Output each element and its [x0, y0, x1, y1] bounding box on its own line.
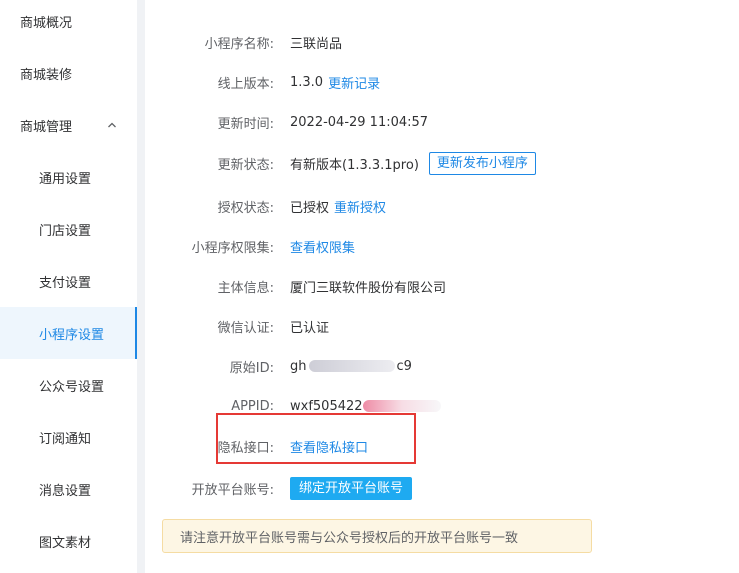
sidebar-item-label: 商城装修	[20, 67, 73, 83]
update-log-link[interactable]: 更新记录	[328, 73, 380, 92]
appid-visible-part: wxf505422	[290, 398, 363, 414]
open-platform-label: 开放平台账号:	[191, 482, 274, 498]
reauthorize-link[interactable]: 重新授权	[334, 197, 386, 216]
sidebar-item-label: 图文素材	[39, 535, 92, 551]
sidebar-item-overview[interactable]: 商城概况	[0, 0, 137, 47]
redacted-mask	[308, 360, 395, 372]
wechat-verify-label: 微信认证:	[217, 320, 274, 336]
app-layout: 商城概况 商城装修 商城管理 通用设置 门店设置 支付设置 小程序设置 公众号设…	[0, 0, 739, 573]
sidebar-item-label: 门店设置	[39, 223, 92, 239]
bind-open-platform-button[interactable]: 绑定开放平台账号	[290, 476, 413, 500]
version-label: 线上版本:	[217, 76, 274, 92]
view-permissions-link[interactable]: 查看权限集	[290, 237, 355, 256]
row-name: 小程序名称: 三联尚品	[145, 30, 739, 54]
sidebar-item-label: 订阅通知	[39, 431, 92, 447]
redacted-mask	[362, 400, 441, 412]
row-wechat-verify: 微信认证: 已认证	[145, 314, 739, 338]
publish-miniprogram-button[interactable]: 更新发布小程序	[428, 151, 536, 175]
sidebar-item-label: 商城管理	[20, 119, 73, 135]
origin-id-label: 原始ID:	[229, 360, 274, 376]
auth-status-value: 已授权	[290, 200, 330, 216]
open-platform-notice: 请注意开放平台账号需与公众号授权后的开放平台账号一致	[162, 519, 592, 553]
sidebar-item-official-account-settings[interactable]: 公众号设置	[0, 359, 137, 411]
update-status-label: 更新状态:	[217, 157, 274, 173]
sidebar-item-decoration[interactable]: 商城装修	[0, 47, 137, 99]
version-value: 1.3.0	[290, 74, 324, 90]
sidebar-item-label: 商城概况	[20, 15, 73, 31]
origin-id-middle: h	[298, 358, 307, 374]
name-value: 三联尚品	[290, 36, 343, 52]
update-time-value: 2022-04-29 11:04:57	[290, 114, 429, 130]
origin-id-value: gh c9	[290, 359, 412, 374]
privacy-highlight-box	[216, 413, 416, 464]
notice-text: 请注意开放平台账号需与公众号授权后的开放平台账号一致	[180, 530, 519, 546]
row-version: 线上版本: 1.3.0 更新记录	[145, 70, 739, 94]
origin-id-suffix: c9	[396, 358, 412, 374]
row-entity: 主体信息: 厦门三联软件股份有限公司	[145, 274, 739, 298]
miniprogram-info-panel: 小程序名称: 三联尚品 线上版本: 1.3.0 更新记录 更新时间: 2022-…	[145, 0, 739, 573]
row-origin-id: 原始ID: gh c9	[145, 354, 739, 378]
row-permissions: 小程序权限集: 查看权限集	[145, 234, 739, 258]
sidebar-item-general-settings[interactable]: 通用设置	[0, 151, 137, 203]
update-time-label: 更新时间:	[217, 116, 274, 132]
appid-label: APPID:	[231, 398, 274, 414]
sidebar-item-message-settings[interactable]: 消息设置	[0, 463, 137, 515]
sidebar-item-label: 小程序设置	[39, 327, 105, 343]
sidebar-item-payment-settings[interactable]: 支付设置	[0, 255, 137, 307]
row-open-platform: 开放平台账号: 绑定开放平台账号	[145, 476, 739, 500]
sidebar-item-media-materials[interactable]: 图文素材	[0, 515, 137, 567]
permissions-label: 小程序权限集:	[191, 240, 274, 256]
chevron-up-icon[interactable]	[107, 120, 117, 130]
sidebar-item-store-settings[interactable]: 门店设置	[0, 203, 137, 255]
entity-label: 主体信息:	[217, 280, 274, 296]
sidebar-item-subscription-notice[interactable]: 订阅通知	[0, 411, 137, 463]
entity-value: 厦门三联软件股份有限公司	[290, 280, 447, 296]
name-label: 小程序名称:	[204, 36, 274, 52]
origin-id-prefix: g	[290, 358, 299, 374]
sidebar-item-management[interactable]: 商城管理	[0, 99, 137, 151]
sidebar-item-label: 公众号设置	[39, 379, 105, 395]
appid-value: wxf505422	[290, 399, 441, 414]
sidebar-item-label: 通用设置	[39, 171, 92, 187]
sidebar-item-miniprogram-settings[interactable]: 小程序设置	[0, 307, 137, 359]
wechat-verify-value: 已认证	[290, 320, 330, 336]
row-auth-status: 授权状态: 已授权 重新授权	[145, 194, 739, 218]
update-status-value: 有新版本(1.3.3.1pro)	[290, 157, 419, 173]
row-update-time: 更新时间: 2022-04-29 11:04:57	[145, 110, 739, 134]
sidebar-item-label: 消息设置	[39, 483, 92, 499]
auth-status-label: 授权状态:	[217, 200, 274, 216]
sidebar-item-label: 支付设置	[39, 275, 92, 291]
sidebar: 商城概况 商城装修 商城管理 通用设置 门店设置 支付设置 小程序设置 公众号设…	[0, 0, 137, 573]
row-update-status: 更新状态: 有新版本(1.3.3.1pro) 更新发布小程序	[145, 151, 739, 175]
